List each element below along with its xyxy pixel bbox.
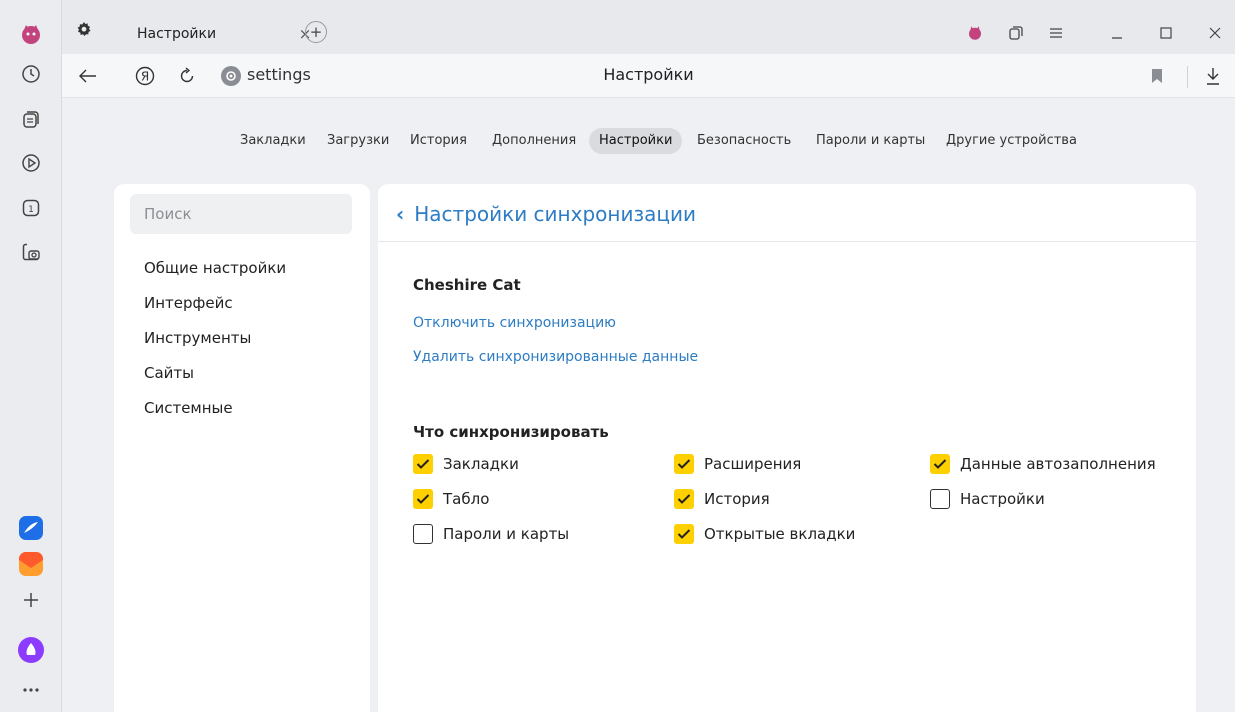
tabs-panel-icon[interactable] [1003, 22, 1029, 44]
checkbox-open-tabs[interactable]: Открытые вкладки [674, 524, 855, 544]
more-icon[interactable] [0, 670, 62, 710]
checkbox-autofill[interactable]: Данные автозаполнения [930, 454, 1156, 474]
collections-icon[interactable] [0, 100, 62, 140]
reload-icon[interactable] [176, 65, 198, 87]
checkbox-label: Настройки [960, 490, 1045, 508]
checkbox-label: Открытые вкладки [704, 525, 856, 543]
profile-icon[interactable] [962, 22, 988, 44]
svg-text:1: 1 [28, 205, 34, 215]
back-to-settings-link[interactable]: ‹ Настройки синхронизации [396, 202, 696, 226]
tab-settings[interactable]: Настройки × [124, 18, 320, 50]
panel-header: ‹ Настройки синхронизации [378, 184, 1196, 242]
mail-app-icon[interactable] [0, 544, 62, 584]
sidebar-item-tools[interactable]: Инструменты [144, 328, 286, 363]
close-window-icon[interactable] [1202, 22, 1228, 44]
account-name: Cheshire Cat [413, 276, 521, 294]
side-bar: 1 [0, 0, 62, 712]
bookmark-icon[interactable] [1146, 65, 1168, 87]
download-icon[interactable] [1202, 65, 1224, 87]
checkbox-label: Табло [443, 490, 490, 508]
address-bar-divider [1187, 66, 1188, 88]
url-text[interactable]: settings [247, 65, 311, 84]
checkbox-label: История [704, 490, 770, 508]
maximize-icon[interactable] [1153, 22, 1179, 44]
nav-security[interactable]: Безопасность [687, 128, 801, 154]
nav-downloads[interactable]: Загрузки [317, 128, 399, 154]
checkbox-history[interactable]: История [674, 489, 770, 509]
nav-history[interactable]: История [400, 128, 477, 154]
checkbox-checked-icon[interactable] [930, 454, 950, 474]
checkbox-passwords[interactable]: Пароли и карты [413, 524, 569, 544]
sidebar-item-sites[interactable]: Сайты [144, 363, 286, 398]
nav-other-devices[interactable]: Другие устройства [936, 128, 1087, 154]
checkbox-checked-icon[interactable] [413, 454, 433, 474]
checkbox-tablo[interactable]: Табло [413, 489, 489, 509]
search-input[interactable] [130, 194, 352, 234]
add-app-icon[interactable] [0, 580, 62, 620]
sidebar-item-system[interactable]: Системные [144, 398, 286, 433]
sidebar-menu: Общие настройки Интерфейс Инструменты Са… [144, 258, 286, 433]
checkbox-label: Данные автозаполнения [960, 455, 1156, 473]
tab-strip: Настройки × + [62, 0, 1235, 54]
nav-passwords[interactable]: Пароли и карты [806, 128, 935, 154]
menu-icon[interactable] [1043, 22, 1069, 44]
checkbox-checked-icon[interactable] [413, 489, 433, 509]
checkbox-extensions[interactable]: Расширения [674, 454, 801, 474]
sync-settings-panel: ‹ Настройки синхронизации Cheshire Cat О… [378, 184, 1196, 712]
checkbox-unchecked-icon[interactable] [930, 489, 950, 509]
yandex-logo-icon[interactable]: Я [134, 65, 156, 87]
checkbox-checked-icon[interactable] [674, 489, 694, 509]
checkbox-unchecked-icon[interactable] [413, 524, 433, 544]
sidebar-item-interface[interactable]: Интерфейс [144, 293, 286, 328]
checkbox-settings[interactable]: Настройки [930, 489, 1045, 509]
history-icon[interactable] [0, 54, 62, 94]
svg-text:Я: Я [141, 70, 149, 84]
nav-bookmarks[interactable]: Закладки [230, 128, 316, 154]
tab-counter-icon[interactable]: 1 [0, 188, 62, 228]
weather-app-icon[interactable] [0, 508, 62, 548]
minimize-icon[interactable] [1104, 22, 1130, 44]
sidebar-item-general[interactable]: Общие настройки [144, 258, 286, 293]
site-info-icon[interactable] [221, 66, 241, 86]
new-tab-button[interactable]: + [305, 21, 327, 43]
checkbox-label: Закладки [443, 455, 519, 473]
disable-sync-link[interactable]: Отключить синхронизацию [413, 315, 616, 331]
settings-sidebar: Общие настройки Интерфейс Инструменты Са… [114, 184, 370, 712]
panel-title: Настройки синхронизации [414, 202, 696, 226]
delete-synced-data-link[interactable]: Удалить синхронизированные данные [413, 349, 698, 365]
tab-title: Настройки [137, 26, 217, 42]
checkbox-checked-icon[interactable] [674, 454, 694, 474]
checkbox-label: Пароли и карты [443, 525, 570, 543]
back-arrow-icon[interactable] [77, 65, 99, 87]
chevron-left-icon: ‹ [396, 202, 405, 226]
gear-icon [76, 21, 92, 41]
settings-top-nav: Закладки Загрузки История Дополнения Нас… [62, 128, 1235, 154]
nav-extensions[interactable]: Дополнения [482, 128, 586, 154]
sync-section-title: Что синхронизировать [413, 423, 609, 441]
address-bar: Настройки Я settings [62, 54, 1235, 98]
profile-avatar-icon[interactable] [0, 14, 62, 54]
nav-settings[interactable]: Настройки [589, 128, 683, 154]
settings-content: Закладки Загрузки История Дополнения Нас… [62, 98, 1235, 712]
alice-assistant-icon[interactable] [0, 630, 62, 670]
checkbox-bookmarks[interactable]: Закладки [413, 454, 519, 474]
play-icon[interactable] [0, 143, 62, 183]
checkbox-checked-icon[interactable] [674, 524, 694, 544]
checkbox-label: Расширения [704, 455, 802, 473]
screenshot-icon[interactable] [0, 232, 62, 272]
